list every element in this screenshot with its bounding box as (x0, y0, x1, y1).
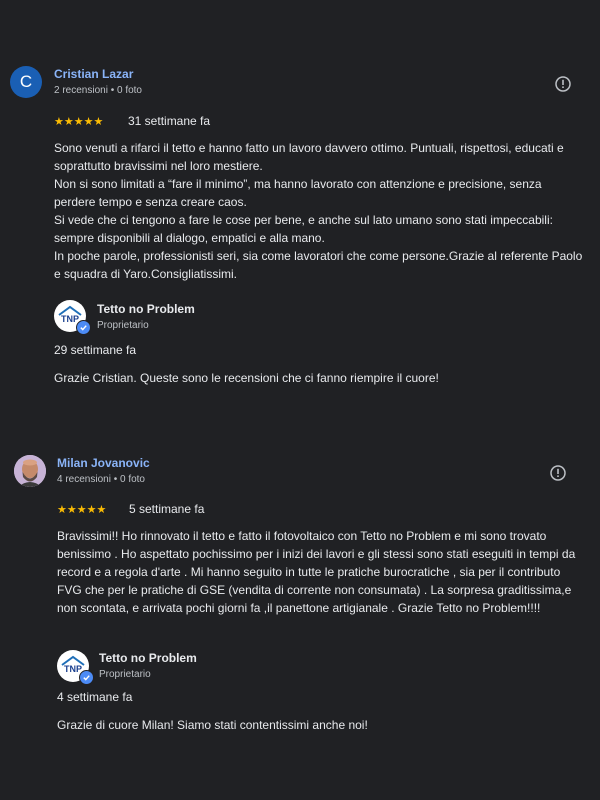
reply-time: 29 settimane fa (54, 343, 137, 357)
review-text: Sono venuti a rifarci il tetto e hanno f… (54, 139, 586, 283)
review-paragraph: Sono venuti a rifarci il tetto e hanno f… (54, 141, 564, 173)
verified-check-icon (79, 670, 94, 685)
verified-check-icon (76, 320, 91, 335)
reply-time: 4 settimane fa (57, 690, 133, 704)
review-paragraph: In poche parole, professionisti seri, si… (54, 249, 583, 281)
owner-name: Tetto no Problem (97, 302, 195, 316)
owner-role: Proprietario (97, 320, 149, 331)
review-paragraph: Si vede che ci tengono a fare le cose pe… (54, 213, 553, 245)
review-paragraph: Bravissimi!! Ho rinnovato il tetto e fat… (57, 529, 576, 615)
star-rating: ★★★★★ (54, 116, 104, 128)
review-text: Bravissimi!! Ho rinnovato il tetto e fat… (57, 527, 585, 617)
avatar[interactable]: C (10, 66, 42, 98)
owner-name: Tetto no Problem (99, 651, 197, 665)
owner-logo: TNP (54, 300, 91, 335)
flag-icon[interactable] (550, 465, 566, 481)
flag-icon[interactable] (555, 76, 571, 92)
review-paragraph: Non si sono limitati a “fare il minimo”,… (54, 177, 542, 209)
owner-role: Proprietario (99, 669, 151, 680)
reply-text: Grazie Cristian. Queste sono le recensio… (54, 371, 439, 385)
person-avatar-photo (14, 455, 46, 487)
author-name[interactable]: Cristian Lazar (54, 67, 133, 81)
author-name[interactable]: Milan Jovanovic (57, 456, 150, 470)
reply-text: Grazie di cuore Milan! Siamo stati conte… (57, 718, 368, 732)
avatar-letter: C (19, 72, 33, 91)
review-time: 5 settimane fa (129, 502, 205, 516)
review-time: 31 settimane fa (128, 114, 211, 128)
author-meta: 2 recensioni • 0 foto (54, 85, 142, 96)
owner-logo: TNP (57, 650, 94, 685)
star-rating: ★★★★★ (57, 504, 107, 516)
avatar[interactable] (14, 455, 46, 487)
author-meta: 4 recensioni • 0 foto (57, 474, 145, 485)
